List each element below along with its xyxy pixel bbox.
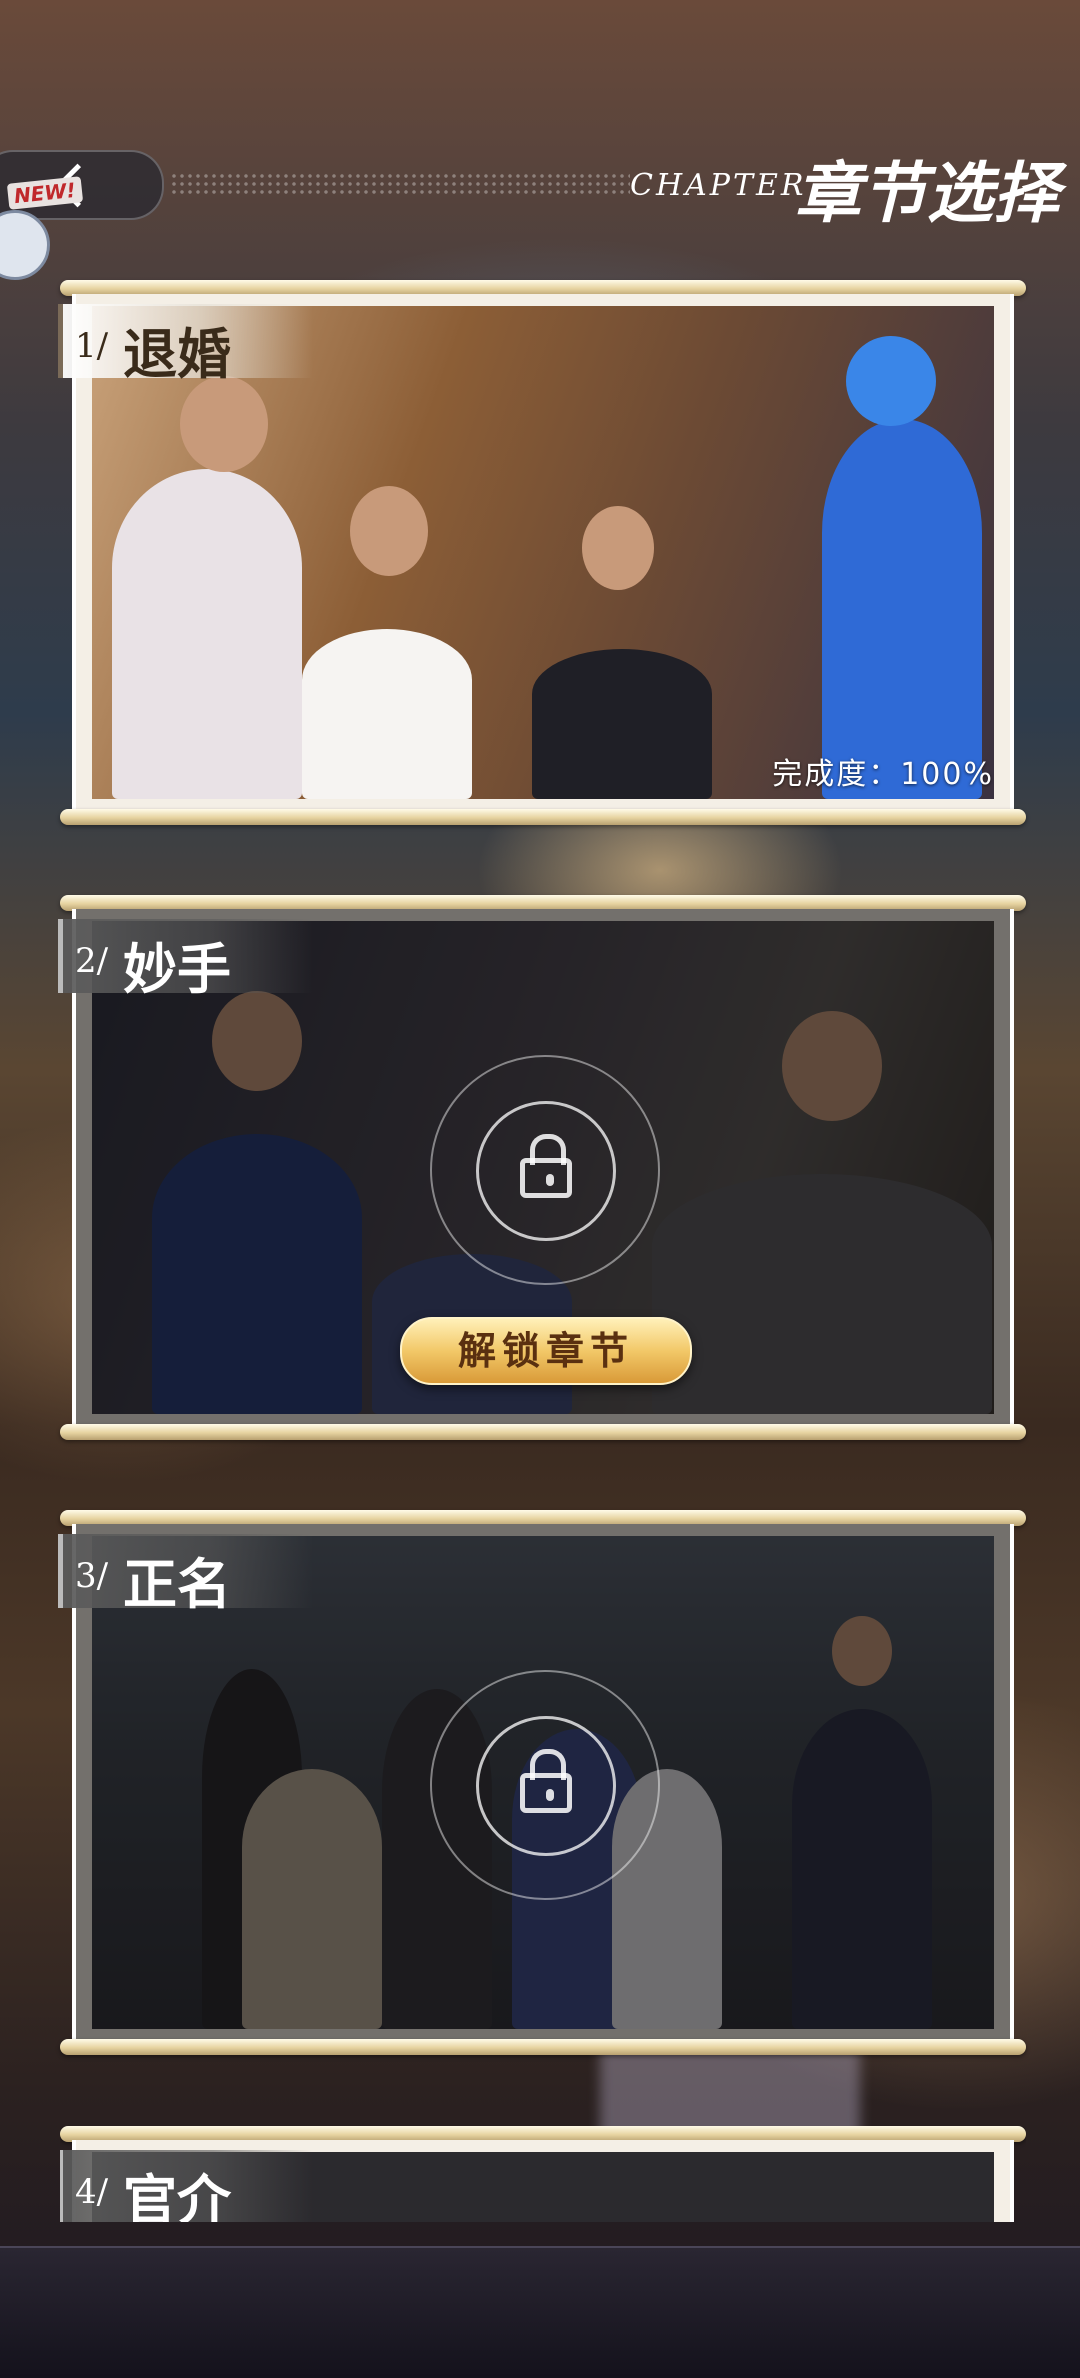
chapter-label: 4/ 官介 xyxy=(60,2150,313,2222)
chapter-name: 官介 xyxy=(123,2168,231,2222)
chapter-card-4[interactable]: 4/ 官介 xyxy=(60,2126,1026,2222)
scroll-rod-bottom xyxy=(60,2039,1026,2055)
chapter-label: 1/ 退婚 xyxy=(58,304,313,386)
lock-icon xyxy=(430,1669,660,1900)
page-title: 章节选择 xyxy=(795,154,1059,232)
unlock-chapter-button[interactable]: 解锁章节 xyxy=(400,1317,692,1385)
chapter-number: 4/ xyxy=(75,2172,109,2212)
lock-icon xyxy=(430,1054,660,1285)
completion-text: 完成度：100% xyxy=(772,757,994,792)
chapter-number: 1/ xyxy=(75,326,109,366)
chapter-number: 3/ xyxy=(75,1556,109,1596)
chapter-number: 2/ xyxy=(75,941,109,981)
scroll-rod-bottom xyxy=(60,809,1026,825)
bottom-bar xyxy=(0,2246,1080,2378)
chapter-label: 3/ 正名 xyxy=(58,1534,313,1616)
chapter-card-3[interactable]: 3/ 正名 xyxy=(58,1510,1026,2055)
chapter-card-2[interactable]: 2/ 妙手 解锁章节 xyxy=(58,895,1026,1440)
header-chapter-en: CHAPTER xyxy=(630,168,807,203)
chapter-card-1[interactable]: 1/ 退婚 完成度：100% xyxy=(58,280,1026,825)
chapter-name: 妙手 xyxy=(123,937,231,1001)
chapter-label: 2/ 妙手 xyxy=(58,919,313,1001)
scroll-rod-bottom xyxy=(60,1424,1026,1440)
chapter-name: 正名 xyxy=(123,1552,231,1616)
dot-pattern xyxy=(170,172,630,194)
chapter-name: 退婚 xyxy=(123,322,231,386)
